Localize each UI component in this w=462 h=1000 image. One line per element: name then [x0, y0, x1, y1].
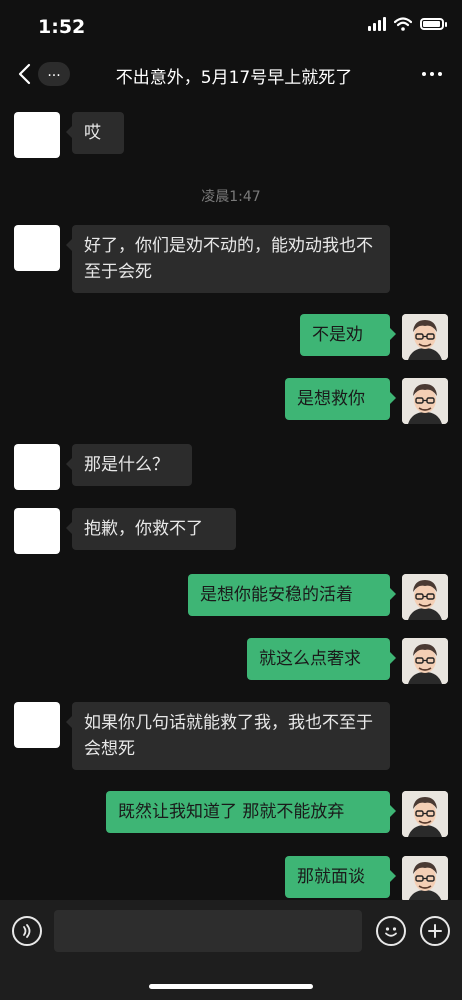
emoji-icon — [385, 927, 397, 937]
message-input[interactable] — [54, 910, 362, 952]
emoji-button[interactable] — [376, 916, 406, 946]
message-bubble[interactable]: 是想救你 — [285, 378, 396, 420]
message-bubble[interactable]: 是想你能安稳的活着 — [188, 574, 396, 616]
user-avatar-icon — [402, 314, 448, 360]
avatar[interactable] — [14, 444, 60, 490]
avatar[interactable] — [402, 314, 448, 360]
avatar[interactable] — [14, 112, 60, 158]
message-bubble[interactable]: 如果你几句话就能救了我，我也不至于会想死 — [66, 702, 390, 770]
avatar[interactable] — [14, 508, 60, 554]
message-bubble[interactable]: 不是劝 — [300, 314, 396, 356]
message-bubble[interactable]: 抱歉，你救不了 — [66, 508, 236, 550]
message-list: 凌晨1:47 哎 好了，你们是劝不动的，能劝动我也不至于会死 不是劝 是想救你 — [0, 0, 462, 902]
timestamp: 凌晨1:47 — [201, 189, 261, 205]
message-bubble[interactable]: 既然让我知道了 那就不能放弃 — [106, 791, 396, 833]
message-bubble[interactable]: 哎 — [66, 112, 124, 154]
user-avatar-icon — [402, 791, 448, 837]
user-avatar-icon — [402, 638, 448, 684]
avatar[interactable] — [402, 574, 448, 620]
user-avatar-icon — [402, 856, 448, 902]
avatar[interactable] — [14, 225, 60, 271]
message-bubble[interactable]: 那就面谈 — [285, 856, 396, 898]
message-bubble[interactable]: 就这么点奢求 — [247, 638, 396, 680]
voice-button[interactable] — [12, 916, 42, 946]
avatar[interactable] — [14, 702, 60, 748]
avatar[interactable] — [402, 856, 448, 902]
user-avatar-icon — [402, 378, 448, 424]
avatar[interactable] — [402, 638, 448, 684]
plus-button[interactable] — [420, 916, 450, 946]
home-indicator — [149, 984, 313, 989]
avatar[interactable] — [402, 378, 448, 424]
message-bubble[interactable]: 那是什么？ — [66, 444, 192, 486]
voice-icon — [23, 924, 31, 938]
user-avatar-icon — [402, 574, 448, 620]
plus-icon — [428, 924, 442, 938]
message-bubble[interactable]: 好了，你们是劝不动的，能劝动我也不至于会死 — [66, 225, 390, 293]
avatar[interactable] — [402, 791, 448, 837]
